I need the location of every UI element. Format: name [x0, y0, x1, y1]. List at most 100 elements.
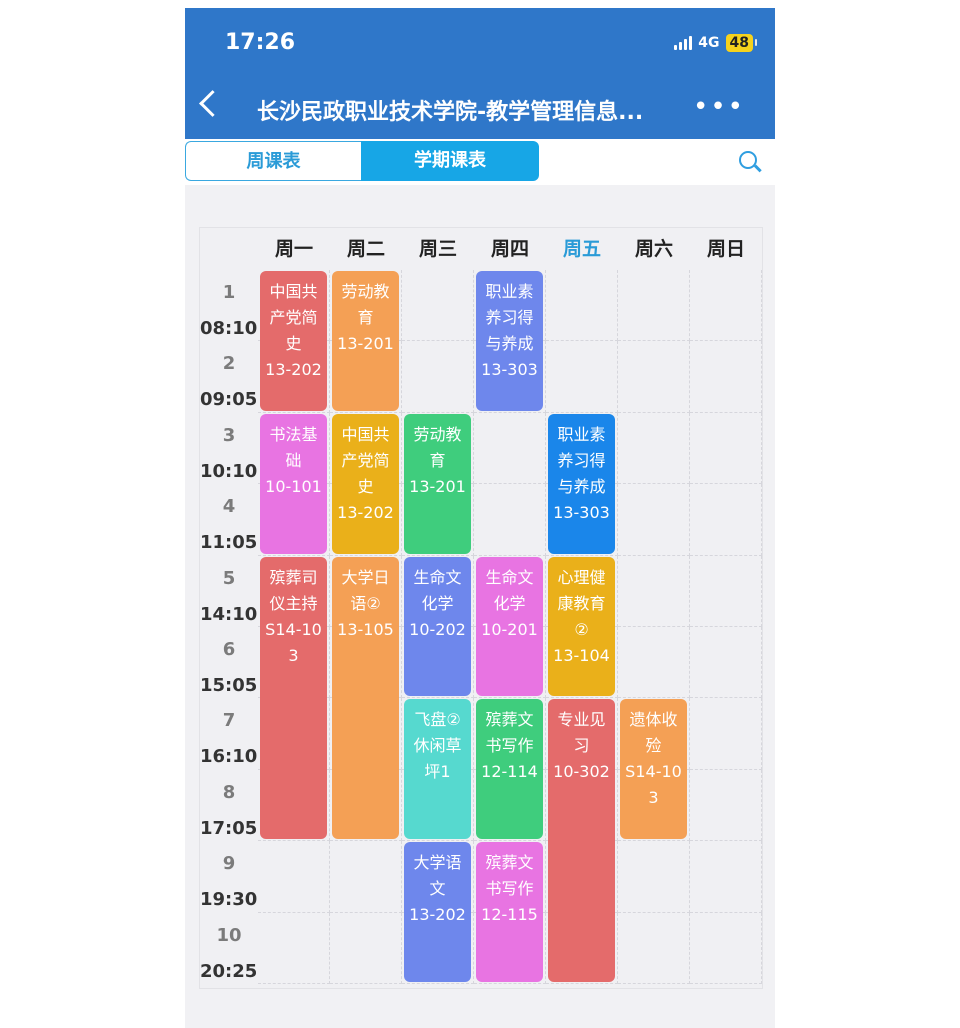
back-arrow-icon[interactable] — [199, 90, 226, 117]
course-text-line: 遗体收 — [629, 710, 678, 730]
course-text-line: 坪1 — [424, 762, 451, 782]
period-number: 1 — [222, 282, 236, 303]
grid-cell — [690, 912, 762, 984]
period-number: 10 — [216, 924, 242, 946]
course-text-line: 大学日 — [341, 567, 390, 587]
course-block[interactable]: 劳动教育 13-201 — [404, 413, 471, 554]
course-text-line: 础 — [285, 450, 302, 470]
course-block[interactable]: 书法基础 10-101 — [260, 413, 327, 554]
period-number: 2 — [222, 353, 236, 375]
period-number: 8 — [222, 781, 236, 803]
course-block[interactable]: 中国共 产党简史 13-202 — [332, 413, 399, 554]
course-text-line: 劳动教 — [413, 424, 462, 444]
course-text-line: S14-10 — [625, 762, 682, 782]
course-block[interactable]: 飞盘② 休闲草 坪1 — [404, 699, 471, 840]
period-number: 9 — [222, 853, 236, 875]
course-text-line: 语② — [350, 593, 381, 613]
course-text-line: 13-202 — [265, 360, 322, 379]
course-text-line: 10-201 — [481, 619, 538, 639]
course-text-line: 书法基 — [269, 424, 318, 444]
course-text-line: 殡葬文 — [485, 853, 534, 873]
course-block[interactable]: 殡葬文书写作 12-115 — [476, 842, 543, 982]
course-text-line: 13-202 — [409, 905, 466, 925]
course-text-line: 13-303 — [553, 502, 610, 522]
period-number: 5 — [222, 567, 236, 589]
course-text-line: 3 — [288, 645, 299, 665]
grid-cell — [618, 341, 690, 413]
course-text-line: 12-115 — [481, 905, 538, 925]
period-start-time: 19:30 — [200, 889, 258, 911]
grid-cell — [330, 912, 402, 984]
period-number: 6 — [222, 639, 236, 660]
status-indicators: 4G 48 — [674, 34, 758, 52]
grid-cell — [690, 555, 762, 627]
course-block[interactable]: 遗体收殓 S14-10 3 — [620, 699, 687, 840]
course-text-line: 大学语 — [413, 853, 462, 873]
course-text-line: 10-302 — [553, 762, 610, 782]
course-text-line: 与养成 — [485, 334, 534, 353]
page-title: 长沙民政职业技术学院-教学管理信息... — [257, 100, 644, 125]
search-icon[interactable] — [739, 151, 757, 169]
course-text-line: 10-202 — [409, 619, 466, 639]
course-text-line: 13-201 — [337, 334, 394, 353]
course-text-line: 10-101 — [265, 476, 322, 496]
course-text-line: 育 — [429, 450, 446, 470]
grid-cell — [690, 484, 762, 556]
course-block[interactable]: 职业素 养习得 与养成 13-303 — [548, 413, 615, 554]
grid-cell — [618, 412, 690, 485]
day-header: 周三 — [418, 238, 457, 260]
course-block[interactable]: 职业素 养习得 与养成 13-303 — [476, 271, 543, 411]
course-block[interactable]: 殡葬司 仪主持 S14-10 3 — [260, 556, 327, 840]
more-options-icon[interactable]: ••• — [693, 94, 745, 120]
course-text-line: 13-105 — [337, 619, 394, 639]
grid-cell — [690, 698, 762, 770]
grid-cell — [690, 270, 762, 342]
course-block[interactable]: 劳动教育 13-201 — [332, 271, 399, 411]
course-text-line: 书写作 — [485, 879, 534, 899]
course-text-line: 3 — [648, 788, 659, 808]
course-text-line: 殓 — [645, 736, 662, 756]
timetable-grid: 周一 周二 周三 周四 周五 周六 周日 1 08:10 2 09:05 3 10:10 4 11:05 5 1… — [199, 227, 763, 989]
course-text-line: S14-10 — [265, 619, 322, 639]
course-text-line: 殡葬司 — [269, 567, 318, 587]
period-start-time: 11:05 — [200, 532, 258, 554]
course-block[interactable]: 殡葬文 书写作 12-114 — [476, 699, 543, 840]
period-start-time: 16:10 — [200, 746, 258, 768]
day-header: 周日 — [706, 238, 745, 260]
period-start-time: 20:25 — [200, 960, 258, 982]
period-start-time: 14:10 — [200, 603, 258, 625]
course-text-line: 与养成 — [557, 476, 606, 496]
course-text-line: 13-303 — [481, 360, 538, 379]
day-header: 周一 — [274, 238, 313, 260]
period-start-time: 08:10 — [200, 318, 258, 339]
day-header: 周五 — [562, 238, 601, 260]
course-text-line: 专业见 — [557, 710, 606, 730]
course-text-line: 13-104 — [553, 645, 610, 665]
grid-cell — [690, 627, 762, 699]
course-text-line: 生命文 — [485, 567, 534, 587]
course-text-line: 12-114 — [481, 762, 538, 782]
course-text-line: 心理健 — [557, 567, 606, 587]
grid-cell — [618, 912, 690, 984]
course-text-line: ② — [574, 619, 589, 639]
grid-cell — [618, 484, 690, 556]
course-block[interactable]: 中国共 产党简史 13-202 — [260, 271, 327, 411]
course-block[interactable]: 专业见习 10-302 — [548, 699, 615, 982]
tab-week-schedule[interactable]: 周课表 — [185, 141, 361, 181]
course-block[interactable]: 心理健 康教育 ② 13-104 — [548, 556, 615, 697]
app-header: 17:26 4G 48 长沙民政职业技术学院-教学管理信息... ••• — [185, 8, 775, 139]
period-number: 3 — [222, 424, 236, 446]
signal-icon — [674, 36, 693, 50]
course-text-line: 史 — [357, 476, 374, 496]
grid-cell — [690, 412, 762, 485]
tab-bar: 周课表 学期课表 — [185, 139, 775, 185]
grid-cell — [474, 412, 546, 485]
course-text-line: 习 — [573, 736, 590, 756]
course-block[interactable]: 大学语文 13-202 — [404, 842, 471, 982]
course-block[interactable]: 生命文 化学 10-202 — [404, 556, 471, 697]
battery-icon: 48 — [725, 34, 758, 52]
course-block[interactable]: 生命文 化学 10-201 — [476, 556, 543, 697]
grid-cell — [546, 341, 618, 413]
course-block[interactable]: 大学日语② 13-105 — [332, 556, 399, 840]
tab-term-schedule[interactable]: 学期课表 — [361, 141, 539, 181]
